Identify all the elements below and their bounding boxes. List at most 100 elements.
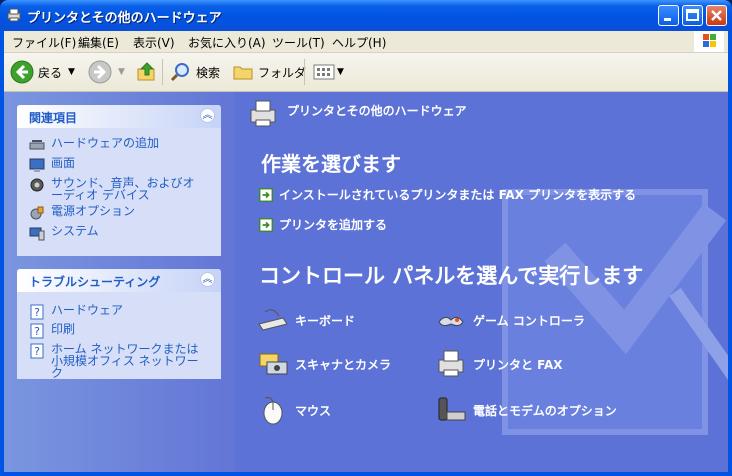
- related-topics-title: 関連項目: [29, 111, 78, 125]
- task-label: プリンタを追加する: [279, 218, 388, 232]
- toolbar: 戻る ▼ ▼ 検索 フォルダ ▼: [4, 53, 728, 92]
- sidebar-item-system[interactable]: システム: [29, 225, 201, 241]
- keyboard-icon: [258, 309, 288, 331]
- close-icon: [711, 10, 722, 21]
- sidebar-item-label: ホーム ネットワークまたは小規模オフィス ネットワーク: [51, 342, 199, 380]
- sidebar-item-label: 画面: [51, 156, 76, 170]
- collapse-chevron-icon[interactable]: ︽: [200, 108, 215, 123]
- menu-help[interactable]: ヘルプ(H): [332, 34, 386, 51]
- task-arrow-icon: [259, 217, 273, 232]
- sidebar-item-label: ハードウェア: [51, 303, 124, 317]
- up-folder-icon: [137, 62, 155, 81]
- scanner-camera-icon: [259, 353, 288, 375]
- printer-icon: [7, 8, 21, 22]
- category-keyboard[interactable]: キーボード: [257, 304, 355, 336]
- system-icon: [29, 227, 45, 241]
- explorer-window: プリンタとその他のハードウェア ファイル(F) 編集(E) 表示(V) お気に入…: [0, 0, 732, 476]
- related-topics-panel: 関連項目 ︽ ハードウェアの追加 画面 サウンド、音声、およびオーディオ デバイ…: [17, 105, 221, 256]
- menu-tools[interactable]: ツール(T): [272, 34, 325, 51]
- sidebar-item-sound[interactable]: サウンド、音声、およびオーディオ デバイス: [29, 177, 201, 201]
- category-phone-modem[interactable]: 電話とモデムのオプション: [435, 394, 617, 426]
- back-dropdown-icon[interactable]: ▼: [68, 67, 75, 77]
- back-label: 戻る: [38, 65, 63, 80]
- display-icon: [29, 158, 45, 172]
- sidebar-item-label: システム: [51, 224, 99, 238]
- window-title: プリンタとその他のハードウェア: [27, 11, 222, 26]
- views-icon: [313, 64, 335, 80]
- sidebar-item-display[interactable]: 画面: [29, 157, 201, 173]
- menu-favorites[interactable]: お気に入り(A): [188, 34, 266, 51]
- maximize-button[interactable]: [682, 5, 703, 26]
- category-label: マウス: [295, 403, 332, 418]
- back-button[interactable]: 戻る ▼: [10, 60, 75, 84]
- windows-logo-icon: [694, 31, 724, 52]
- category-label: プリンタと FAX: [473, 357, 563, 372]
- svg-text:?: ?: [34, 345, 40, 358]
- sidebar-item-label: ハードウェアの追加: [51, 136, 160, 150]
- sidebar-item-label: 電源オプション: [51, 204, 136, 218]
- menu-view[interactable]: 表示(V): [133, 34, 175, 51]
- troubleshooting-header[interactable]: トラブルシューティング ︽: [17, 269, 221, 292]
- title-bar[interactable]: プリンタとその他のハードウェア: [0, 0, 732, 31]
- content-area: 関連項目 ︽ ハードウェアの追加 画面 サウンド、音声、およびオーディオ デバイ…: [4, 92, 728, 472]
- forward-button[interactable]: ▼: [88, 60, 125, 84]
- troubleshooting-title: トラブルシューティング: [29, 275, 161, 289]
- toolbar-separator: [304, 59, 305, 85]
- help-icon: ?: [30, 323, 44, 339]
- speaker-icon: [30, 178, 44, 192]
- folders-label: フォルダ: [258, 65, 307, 80]
- category-printers-fax[interactable]: プリンタと FAX: [435, 348, 563, 380]
- sidebar-item-printing-help[interactable]: ? 印刷: [29, 323, 201, 339]
- category-label: 電話とモデムのオプション: [473, 403, 617, 418]
- pane-header: プリンタとその他のハードウェア: [235, 92, 728, 132]
- minimize-button[interactable]: [658, 5, 679, 26]
- task-pane: 関連項目 ︽ ハードウェアの追加 画面 サウンド、音声、およびオーディオ デバイ…: [4, 92, 235, 472]
- help-icon: ?: [30, 343, 44, 359]
- printer-icon: [250, 100, 276, 127]
- collapse-chevron-icon[interactable]: ︽: [200, 272, 215, 287]
- up-folder-button[interactable]: [136, 61, 158, 83]
- views-button[interactable]: ▼: [313, 61, 344, 83]
- related-topics-header[interactable]: 関連項目 ︽: [17, 105, 221, 128]
- sidebar-item-hardware-help[interactable]: ? ハードウェア: [29, 304, 201, 320]
- category-label: ゲーム コントローラ: [473, 313, 585, 328]
- help-icon: ?: [30, 304, 44, 320]
- toolbar-separator: [162, 59, 163, 85]
- svg-text:?: ?: [34, 306, 40, 319]
- category-mouse[interactable]: マウス: [257, 394, 331, 426]
- menu-bar: ファイル(F) 編集(E) 表示(V) お気に入り(A) ツール(T) ヘルプ(…: [4, 31, 728, 53]
- category-game-controllers[interactable]: ゲーム コントローラ: [435, 304, 585, 336]
- task-label: インストールされているプリンタまたは FAX プリンタを表示する: [279, 188, 637, 202]
- back-arrow-icon: [10, 60, 34, 84]
- sidebar-item-label: 印刷: [51, 322, 76, 336]
- game-controller-icon: [438, 316, 464, 327]
- troubleshooting-panel: トラブルシューティング ︽ ? ハードウェア ? 印刷 ? ホーム ネットワーク…: [17, 269, 221, 379]
- minimize-icon: [664, 18, 671, 21]
- folders-button[interactable]: フォルダ: [232, 61, 306, 83]
- task-view-printers[interactable]: インストールされているプリンタまたは FAX プリンタを表示する: [259, 186, 636, 203]
- pane-title: プリンタとその他のハードウェア: [287, 104, 467, 118]
- task-arrow-icon: [259, 187, 273, 202]
- maximize-icon: [686, 9, 699, 21]
- category-pane: プリンタとその他のハードウェア 作業を選びます インストールされているプリンタま…: [235, 92, 728, 472]
- control-panel-heading: コントロール パネルを選んで実行します: [259, 264, 644, 288]
- printer-fax-icon: [438, 350, 464, 377]
- search-button[interactable]: 検索: [170, 61, 220, 83]
- search-icon: [170, 63, 189, 82]
- task-add-printer[interactable]: プリンタを追加する: [259, 216, 387, 233]
- forward-arrow-icon: [88, 60, 112, 84]
- add-hardware-icon: [29, 140, 45, 150]
- power-options-icon: [30, 206, 44, 220]
- views-dropdown-icon[interactable]: ▼: [337, 67, 344, 77]
- close-button[interactable]: [706, 5, 727, 26]
- task-heading: 作業を選びます: [261, 152, 401, 176]
- mouse-icon: [263, 397, 283, 425]
- sidebar-item-add-hardware[interactable]: ハードウェアの追加: [29, 137, 201, 153]
- forward-dropdown-icon[interactable]: ▼: [118, 67, 125, 77]
- search-label: 検索: [196, 65, 221, 80]
- category-scanners-cameras[interactable]: スキャナとカメラ: [257, 348, 391, 380]
- sidebar-item-network-help[interactable]: ? ホーム ネットワークまたは小規模オフィス ネットワーク: [29, 343, 201, 379]
- menu-edit[interactable]: 編集(E): [78, 34, 119, 51]
- sidebar-item-power[interactable]: 電源オプション: [29, 205, 201, 221]
- menu-file[interactable]: ファイル(F): [12, 34, 76, 51]
